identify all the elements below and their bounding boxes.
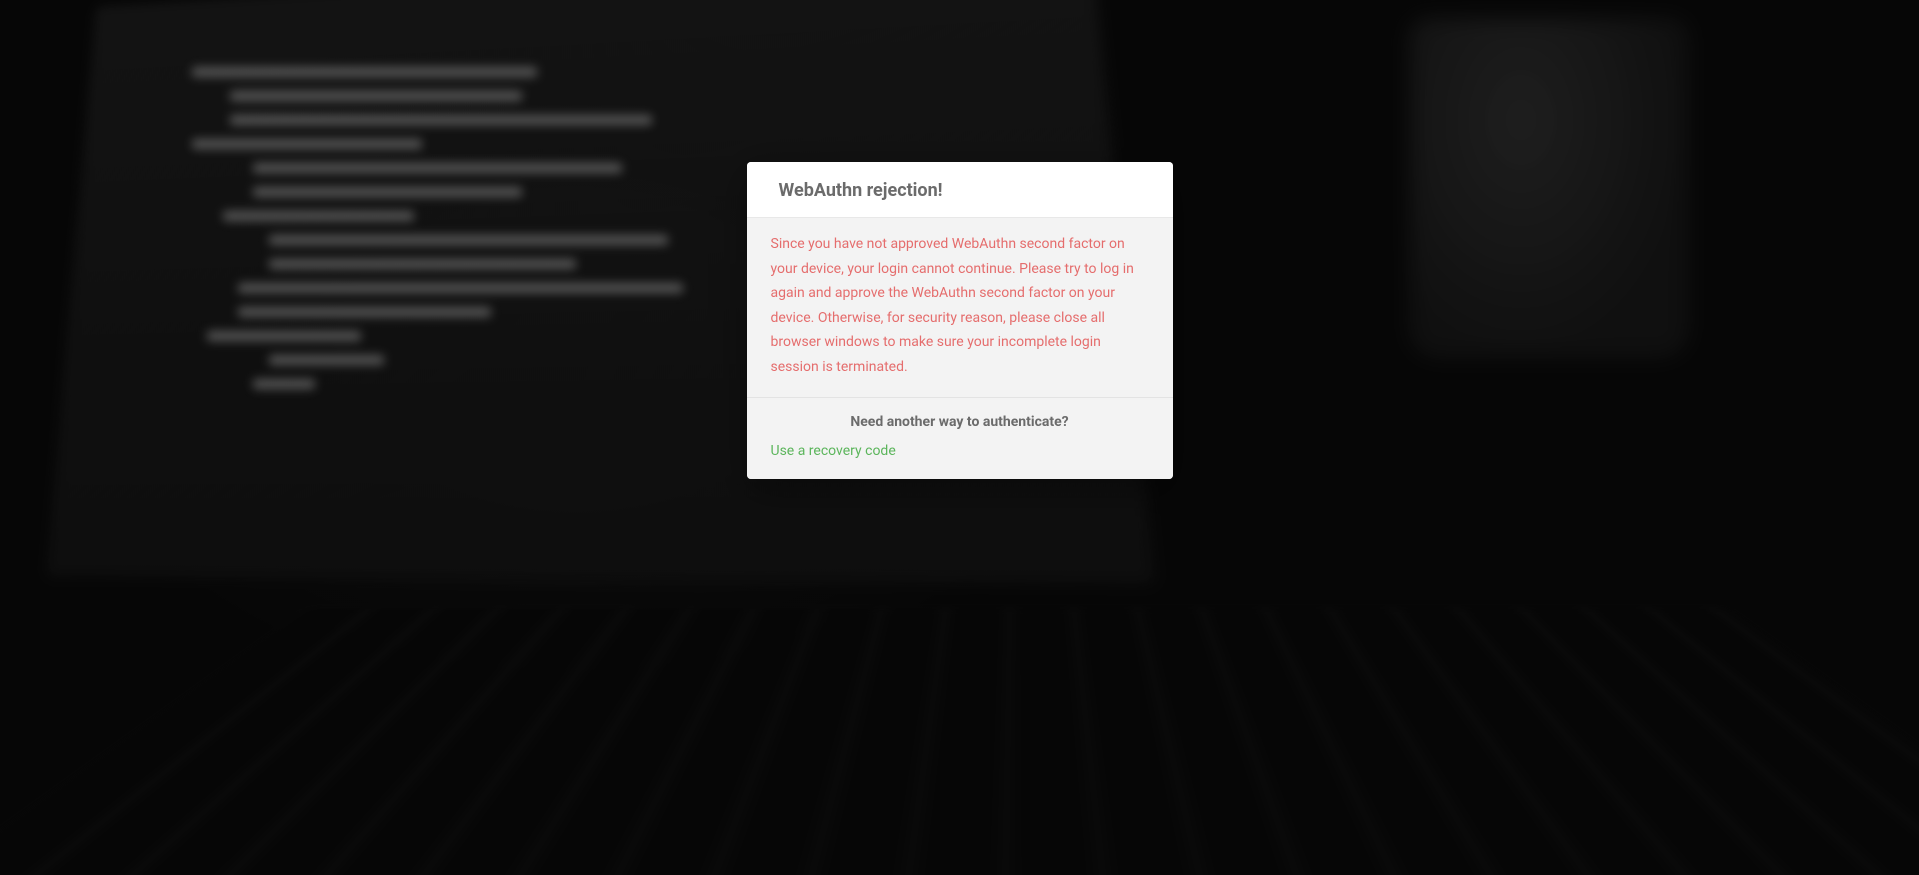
alternate-auth-heading: Need another way to authenticate? <box>771 414 1149 430</box>
modal-body: Since you have not approved WebAuthn sec… <box>747 217 1173 397</box>
modal-header: WebAuthn rejection! <box>747 162 1173 217</box>
modal-footer: Need another way to authenticate? Use a … <box>747 397 1173 479</box>
webauthn-rejection-modal: WebAuthn rejection! Since you have not a… <box>747 162 1173 479</box>
modal-title: WebAuthn rejection! <box>779 180 1149 201</box>
recovery-code-link[interactable]: Use a recovery code <box>771 443 896 459</box>
error-message: Since you have not approved WebAuthn sec… <box>771 232 1149 379</box>
